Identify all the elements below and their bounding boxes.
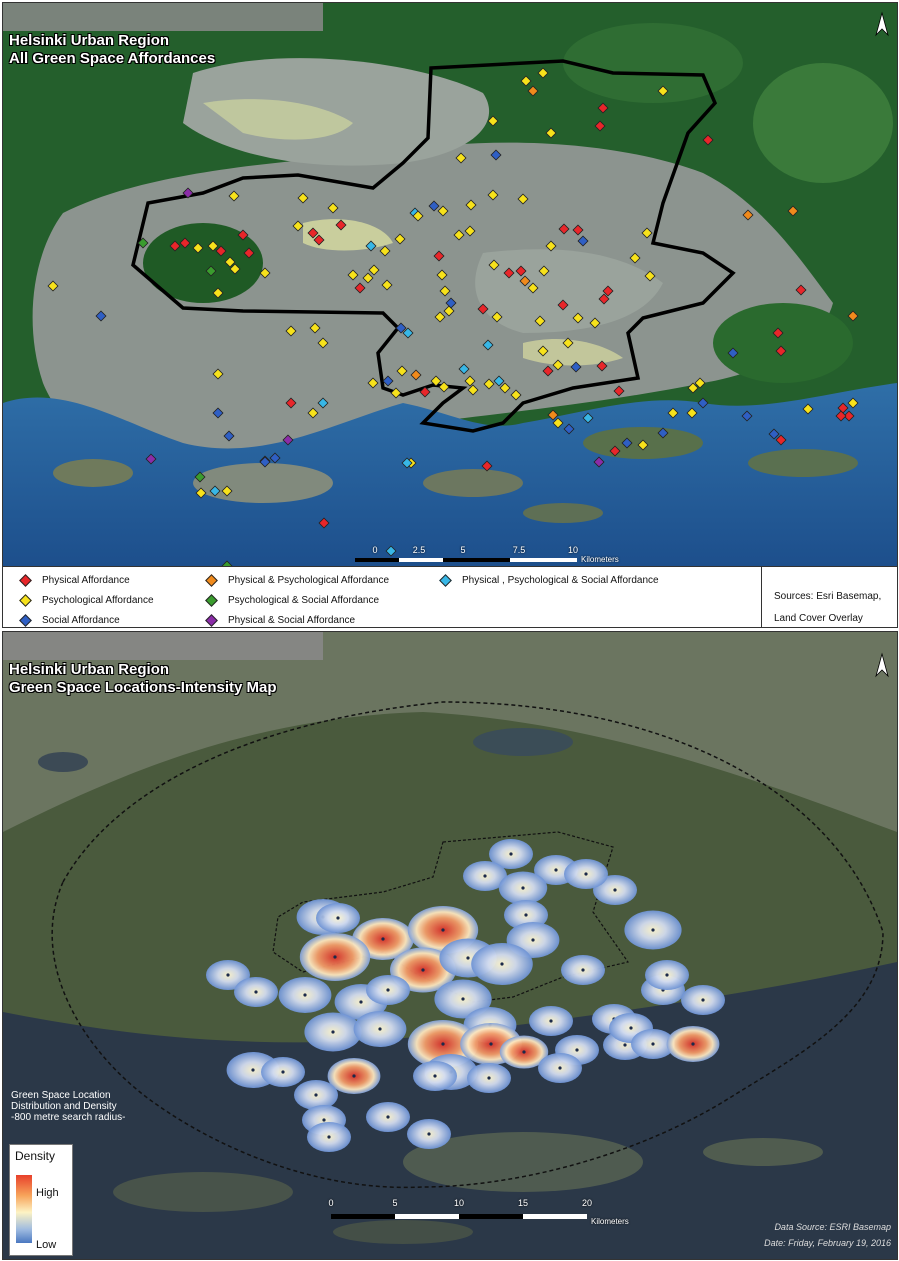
green-space-point [314,1093,318,1097]
data-source-credit: Data Source: ESRI Basemap [774,1222,891,1232]
green-space-point [549,1019,553,1023]
green-space-point [691,1042,695,1046]
scale-label-0: 0 [372,545,378,555]
green-space-point [524,913,528,917]
green-space-point [466,956,470,960]
legend-item-psychological-social: Psychological & Social Affordance [205,594,379,607]
green-space-point [421,968,425,972]
scale-label-2: 10 [453,1198,465,1208]
scale-unit: Kilometers [591,1217,629,1226]
diamond-icon [205,594,218,607]
legend-item-social: Social Affordance [19,614,120,627]
density-gradient [16,1175,32,1243]
green-space-point [427,1132,431,1136]
green-space-point [701,998,705,1002]
diamond-icon [19,574,32,587]
legend-item-physical: Physical Affordance [19,574,130,587]
green-space-point [500,962,504,966]
legend-item-psychological: Psychological Affordance [19,594,154,607]
green-space-point [352,1074,356,1078]
green-space-point [281,1070,285,1074]
green-space-point [381,937,385,941]
green-space-point [322,1118,326,1122]
diamond-icon [439,574,452,587]
diamond-icon [205,574,218,587]
scale-label-4: 20 [581,1198,593,1208]
scale-unit: Kilometers [581,555,619,564]
green-space-point [489,1042,493,1046]
green-space-point [378,1027,382,1031]
scale-label-2: 5 [460,545,466,555]
green-space-point [613,888,617,892]
green-space-point [461,997,465,1001]
north-arrow-icon [873,648,891,678]
green-space-point [251,1068,255,1072]
green-space-point [441,928,445,932]
green-space-point [303,993,307,997]
scale-label-4: 10 [567,545,579,555]
diamond-icon [19,594,32,607]
scale-label-1: 5 [392,1198,398,1208]
density-legend: Density High Low [9,1144,73,1256]
scale-label-1: 2.5 [412,545,426,555]
green-space-point [521,886,525,890]
legend-item-physical-psychological: Physical & Psychological Affordance [205,574,389,587]
diamond-icon [205,614,218,627]
affordance-legend: Physical Affordance Psychological Afford… [3,566,897,627]
green-space-point [522,1050,526,1054]
green-space-point [487,1076,491,1080]
green-space-point [651,928,655,932]
green-space-point [575,1048,579,1052]
green-space-point [558,1066,562,1070]
green-space-point [581,968,585,972]
green-space-point [327,1135,331,1139]
green-space-point [333,955,337,959]
density-title: Density [15,1149,56,1163]
date-credit: Date: Friday, February 19, 2016 [764,1238,891,1248]
scale-bar [331,1214,587,1219]
map-subtitle: Green Space Locations-Intensity Map [9,679,277,696]
green-space-point [531,938,535,942]
density-high-label: High [36,1187,59,1199]
green-space-point [359,1000,363,1004]
green-space-point [554,868,558,872]
green-space-point [584,872,588,876]
green-space-point [386,988,390,992]
green-space-point [483,874,487,878]
green-space-point [509,852,513,856]
green-space-point [651,1042,655,1046]
map-subtitle: All Green Space Affordances [9,50,216,67]
density-low-label: Low [36,1239,57,1251]
green-space-point [665,973,669,977]
scale-label-3: 7.5 [512,545,526,555]
green-space-point [336,916,340,920]
scale-bar [355,558,577,562]
north-arrow-icon [873,7,891,37]
green-space-point [331,1030,335,1034]
title-background [3,3,323,31]
map-title: Helsinki Urban Region [9,661,170,678]
green-space-point [623,1043,627,1047]
map-title: Helsinki Urban Region [9,32,170,49]
affordances-map [3,3,897,566]
green-space-point [433,1074,437,1078]
green-space-point [254,990,258,994]
legend-item-all-three: Physical , Psychological & Social Afford… [439,574,659,587]
green-space-point [386,1115,390,1119]
green-space-point [629,1026,633,1030]
intensity-map-panel: Helsinki Urban Region Green Space Locati… [2,631,898,1260]
green-space-point [226,973,230,977]
legend-item-physical-social: Physical & Social Affordance [205,614,355,627]
scale-label-3: 15 [517,1198,529,1208]
distribution-note: Green Space Location Distribution and De… [11,1090,126,1123]
green-space-point [441,1042,445,1046]
scale-label-0: 0 [328,1198,334,1208]
affordances-map-panel: Helsinki Urban Region All Green Space Af… [2,2,898,628]
title-background [3,632,323,660]
sources-box: Sources: Esri Basemap, Land Cover Overla… [761,567,897,627]
diamond-icon [19,614,32,627]
intensity-map [3,632,897,1259]
